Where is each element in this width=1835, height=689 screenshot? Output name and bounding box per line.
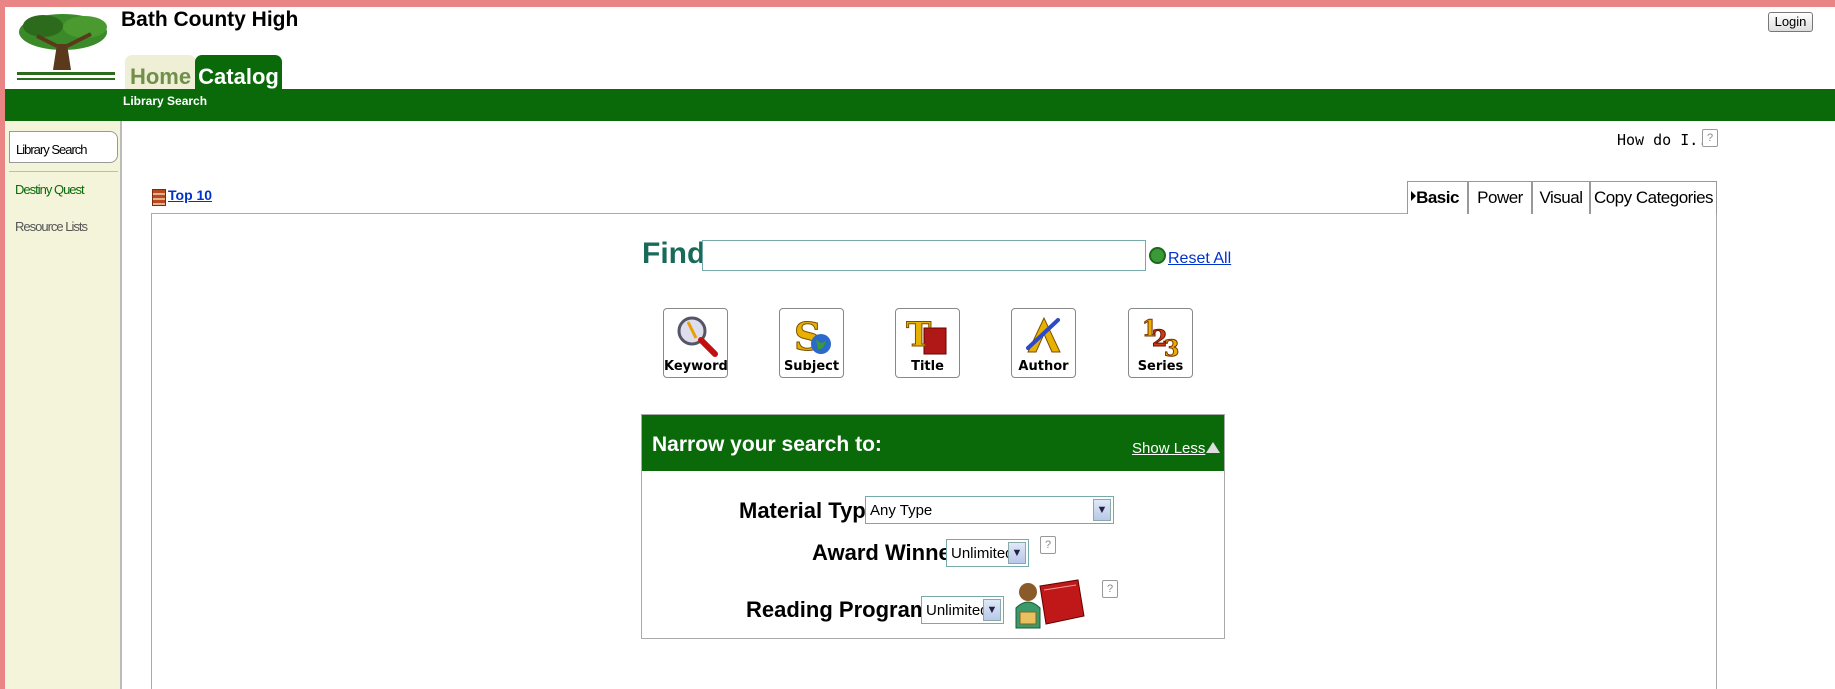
narrow-title: Narrow your search to: [652, 433, 882, 456]
selected-arrow-icon [1411, 191, 1416, 201]
sidebar-item-library-search[interactable]: Library Search [9, 131, 118, 163]
award-winner-value: Unlimited [951, 545, 1014, 562]
reading-programs-label: Reading Programs [746, 597, 942, 622]
author-label: Author [1018, 359, 1069, 374]
reading-programs-select[interactable]: Unlimited ▼ [921, 596, 1004, 624]
find-input[interactable] [702, 240, 1146, 271]
tab-copy-categories[interactable]: Copy Categories [1590, 181, 1717, 214]
title-search-button[interactable]: T Title [895, 308, 960, 378]
top10-link[interactable]: Top 10 [168, 187, 212, 203]
chevron-down-icon: ▼ [983, 599, 1001, 621]
title-book-icon: T [906, 315, 947, 356]
magnifier-icon [677, 316, 718, 357]
tab-basic[interactable]: Basic [1407, 181, 1468, 214]
award-winner-label: Award Winner [812, 540, 960, 565]
chevron-down-icon: ▼ [1093, 499, 1111, 521]
author-search-button[interactable]: Author [1011, 308, 1076, 378]
material-type-select[interactable]: Any Type ▼ [865, 496, 1114, 524]
reading-programs-value: Unlimited [926, 602, 989, 619]
help-icon[interactable]: ? [1702, 129, 1718, 147]
subject-globe-icon: S [794, 314, 831, 357]
svg-text:3: 3 [1164, 336, 1179, 357]
reset-icon[interactable] [1149, 247, 1166, 264]
award-winner-help-icon[interactable]: ? [1040, 536, 1056, 554]
award-winner-select[interactable]: Unlimited ▼ [946, 539, 1029, 567]
material-type-value: Any Type [870, 502, 933, 519]
tab-catalog[interactable]: Catalog [195, 55, 282, 95]
top10-books-icon [152, 189, 166, 206]
school-name: Bath County High [121, 8, 299, 31]
reading-programs-help-icon[interactable]: ? [1102, 580, 1118, 598]
series-label: Series [1137, 359, 1184, 374]
tab-visual[interactable]: Visual [1532, 181, 1590, 214]
subject-label: Subject [783, 359, 840, 374]
title-label: Title [911, 359, 944, 374]
keyword-label: Keyword [664, 359, 728, 374]
reset-all-link[interactable]: Reset All [1168, 250, 1231, 268]
login-button[interactable]: Login [1768, 12, 1813, 32]
show-less-link[interactable]: Show Less [1132, 440, 1205, 457]
series-search-button[interactable]: 1 2 3 Series [1128, 308, 1193, 378]
reading-programs-books-icon [1015, 579, 1085, 629]
author-pen-icon [1026, 316, 1061, 353]
keyword-search-button[interactable]: Keyword [663, 308, 728, 378]
sidebar: Library Search Destiny Quest Resource Li… [5, 121, 122, 689]
page: Bath County High Login Home Catalog Libr… [5, 7, 1835, 689]
find-label: Find [642, 237, 706, 270]
school-logo-tree-icon [17, 14, 115, 80]
sidebar-item-resource-lists[interactable]: Resource Lists [9, 209, 118, 241]
svg-text:T: T [906, 315, 931, 355]
tab-power[interactable]: Power [1468, 181, 1532, 214]
material-type-label: Material Type [739, 498, 878, 523]
sidebar-item-destiny-quest[interactable]: Destiny Quest [9, 171, 118, 203]
narrow-header: Narrow your search to: Show Less [642, 415, 1224, 471]
narrow-search-box: Narrow your search to: Show Less Materia… [641, 414, 1225, 639]
chevron-down-icon: ▼ [1008, 542, 1026, 564]
collapse-triangle-icon[interactable] [1206, 442, 1220, 453]
series-123-icon: 1 2 3 [1142, 316, 1180, 358]
subnav-library-search[interactable]: Library Search [123, 94, 207, 108]
subject-search-button[interactable]: S Subject [779, 308, 844, 378]
